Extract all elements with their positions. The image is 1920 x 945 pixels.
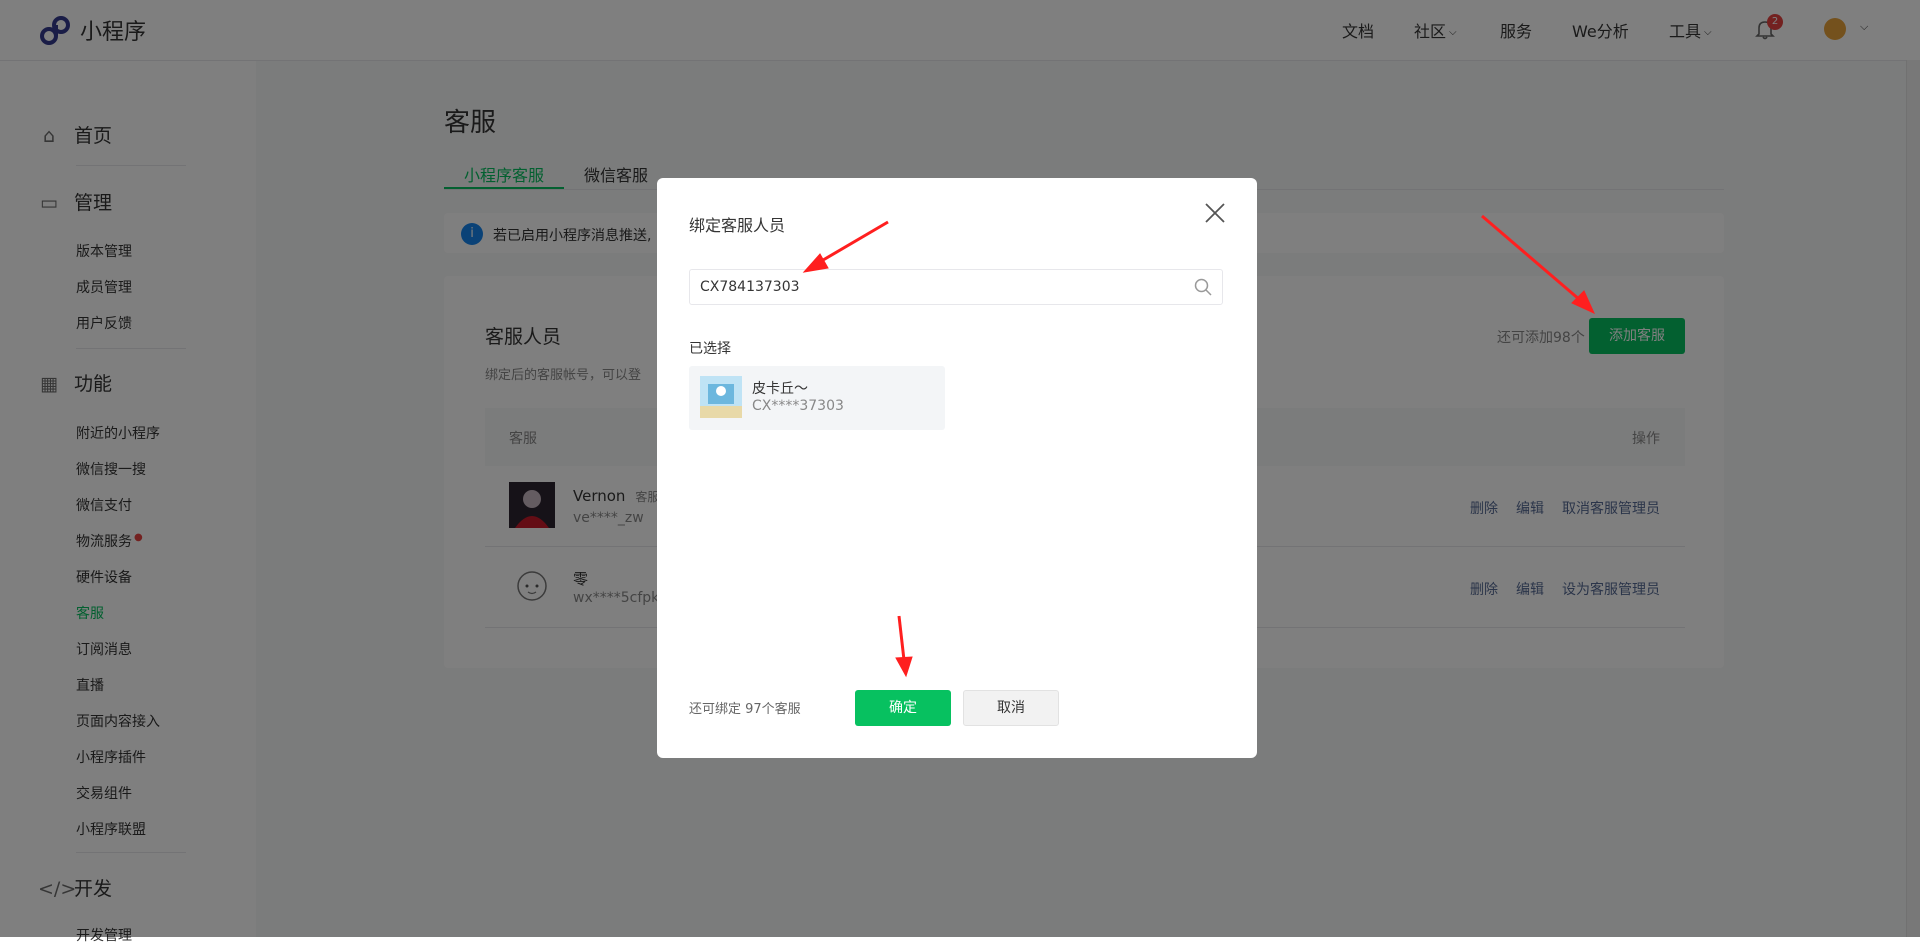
close-icon[interactable]	[1203, 201, 1227, 225]
bind-staff-dialog	[657, 178, 1257, 758]
selected-user-id: CX****37303	[752, 398, 844, 414]
selected-label: 已选择	[689, 341, 731, 357]
dialog-title: 绑定客服人员	[689, 216, 786, 235]
search-icon[interactable]	[1194, 278, 1212, 296]
avatar	[700, 376, 742, 418]
confirm-button[interactable]: 确定	[855, 690, 951, 726]
selected-user-name: 皮卡丘～	[752, 381, 808, 397]
bind-remaining-text: 还可绑定 97个客服	[689, 702, 801, 717]
search-input[interactable]	[700, 277, 1180, 297]
cancel-button[interactable]: 取消	[963, 690, 1059, 726]
